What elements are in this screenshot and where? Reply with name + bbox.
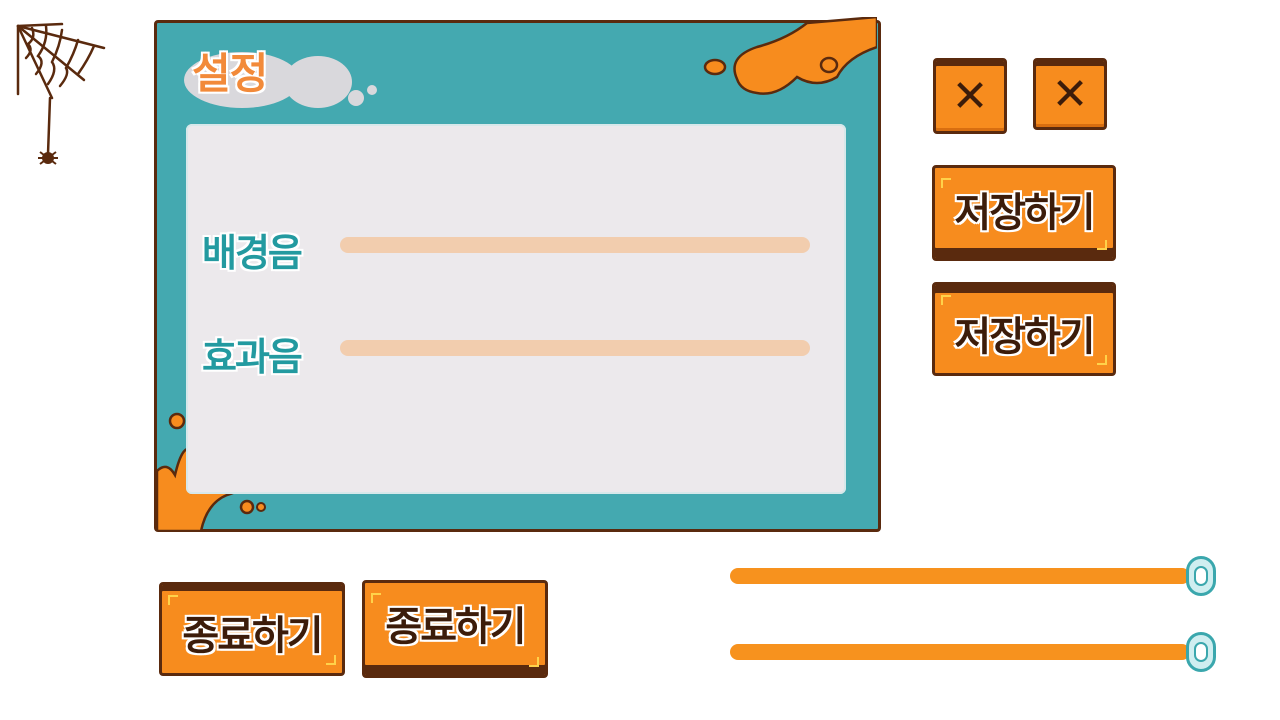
close-button-pressed[interactable]: ✕ (1033, 58, 1107, 130)
slider-knob[interactable] (1186, 632, 1216, 672)
settings-content-area (186, 124, 846, 494)
exit-button-label: 종료하기 (182, 612, 323, 659)
slider-knob[interactable] (1186, 556, 1216, 596)
corner-decoration (326, 655, 336, 665)
knob-inner (1194, 566, 1208, 586)
corner-decoration (529, 657, 539, 667)
exit-button-hover[interactable]: 종료하기 (362, 580, 548, 678)
sfx-label: 효과음 (202, 334, 303, 379)
close-icon: ✕ (1051, 68, 1089, 120)
sfx-volume-track[interactable] (340, 340, 810, 356)
corner-decoration (1097, 355, 1107, 365)
save-button-label: 저장하기 (954, 189, 1095, 236)
close-icon: ✕ (951, 70, 989, 122)
corner-decoration (1097, 240, 1107, 250)
bgm-label: 배경음 (202, 230, 303, 275)
save-button-pressed[interactable]: 저장하기 (932, 282, 1116, 376)
corner-decoration (371, 593, 381, 603)
corner-decoration (168, 595, 178, 605)
slider-fill (730, 644, 1190, 660)
slider-fill (730, 568, 1190, 584)
settings-title: 설정 (192, 49, 268, 98)
corner-decoration (941, 178, 951, 188)
volume-slider[interactable] (730, 556, 1216, 596)
close-button[interactable]: ✕ (933, 58, 1007, 134)
spider-web-icon (16, 22, 106, 165)
save-button[interactable]: 저장하기 (932, 165, 1116, 261)
corner-decoration (941, 295, 951, 305)
save-button-label: 저장하기 (954, 313, 1095, 360)
knob-inner (1194, 642, 1208, 662)
exit-button[interactable]: 종료하기 (159, 582, 345, 676)
paint-splat-top-right (703, 17, 877, 95)
volume-slider[interactable] (730, 632, 1216, 672)
exit-button-label: 종료하기 (385, 603, 526, 650)
bgm-volume-track[interactable] (340, 237, 810, 253)
